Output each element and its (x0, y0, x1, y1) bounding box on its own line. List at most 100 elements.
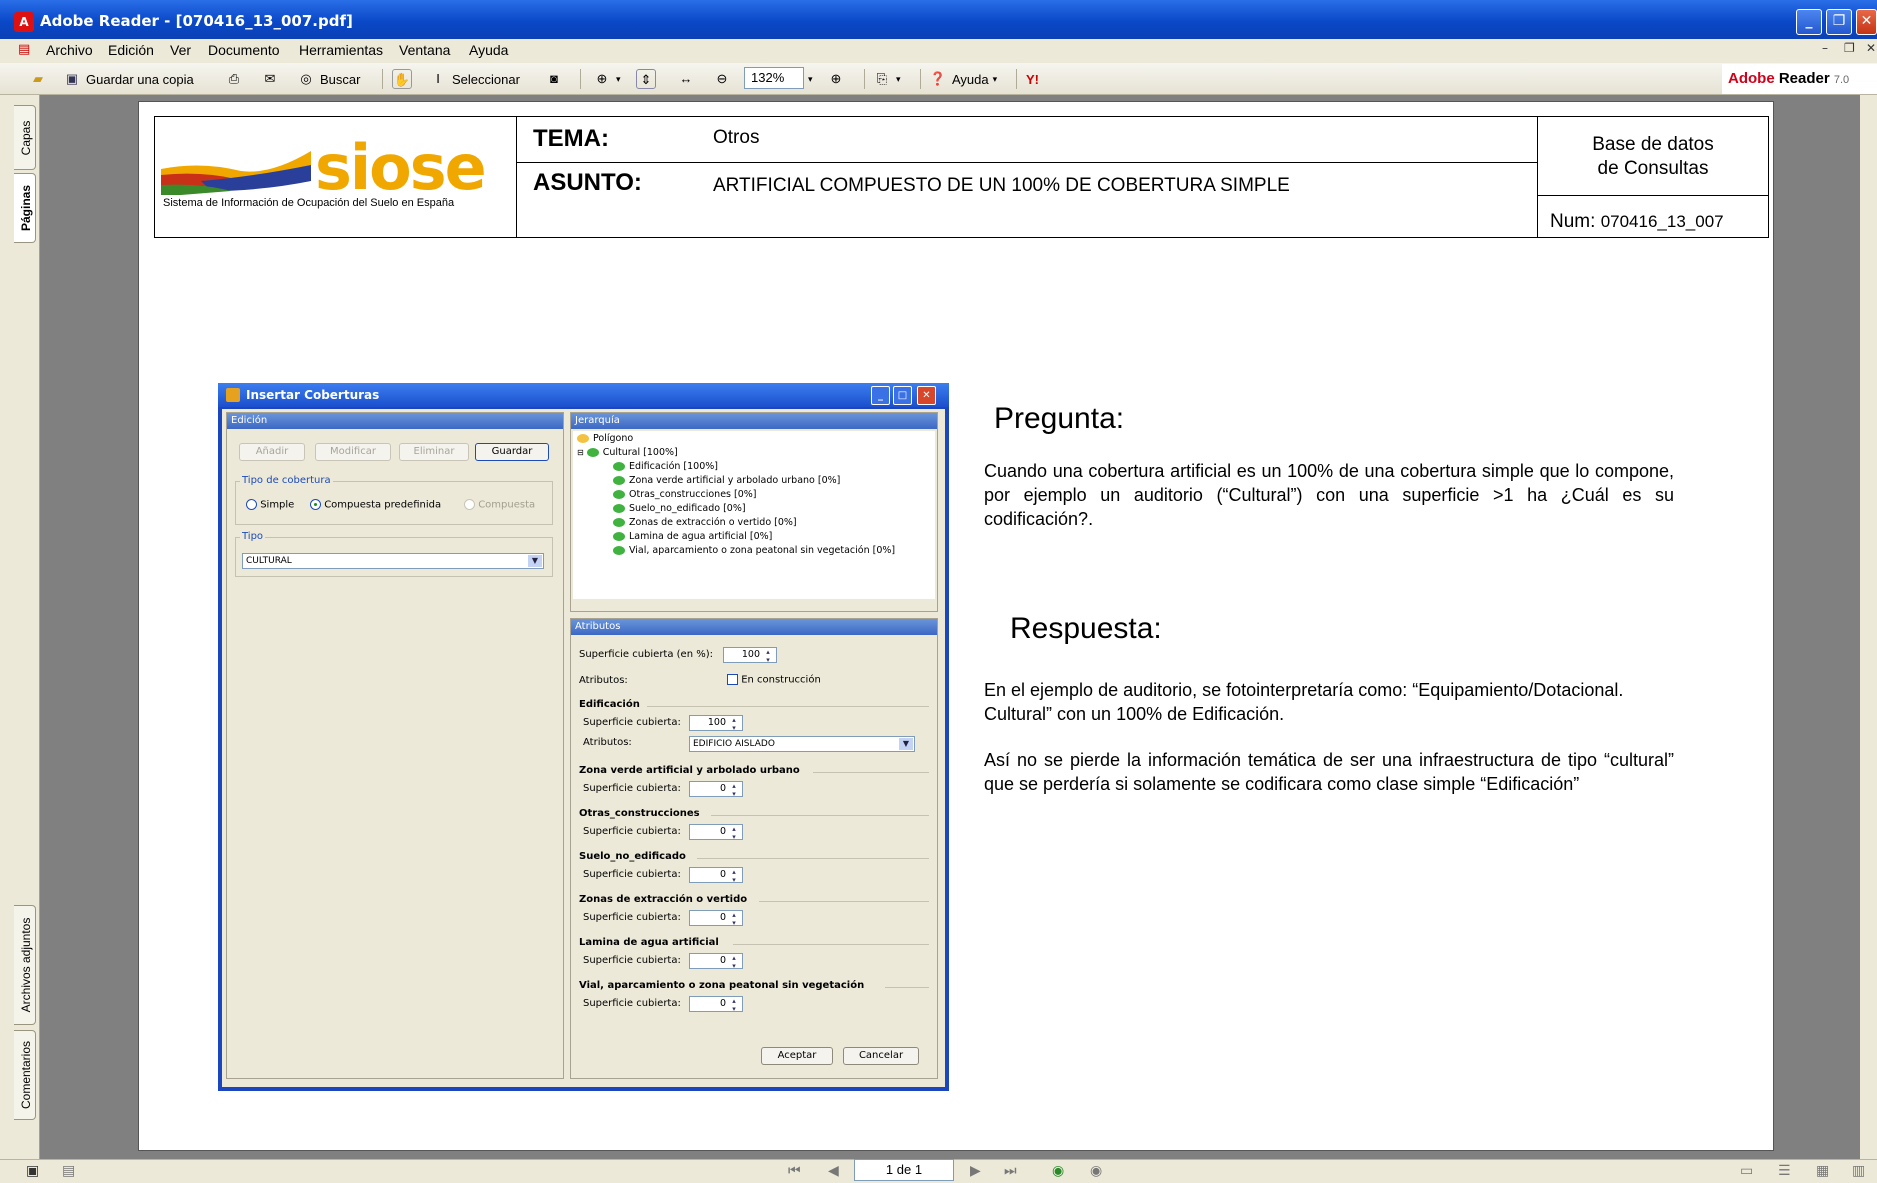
save-button: Guardar (475, 443, 549, 461)
tree-node-child: Vial, aparcamiento o zona peatonal sin v… (613, 545, 895, 556)
database-cell: Base de datos de Consultas Num: 070416_1… (1538, 117, 1768, 237)
num-label: Num: (1550, 211, 1596, 232)
number-field: Num: 070416_13_007 (1550, 211, 1724, 233)
coverage-icon (613, 490, 625, 499)
single-page-layout-icon[interactable]: ▭ (1740, 1163, 1753, 1179)
toolbar-separator (382, 69, 383, 89)
previous-page-icon[interactable]: ◀ (828, 1163, 839, 1179)
printer-icon: ⎙ (228, 71, 240, 86)
navigation-pane: Capas Páginas Archivos adjuntos Comentar… (0, 95, 40, 1160)
continuous-layout-icon[interactable]: ☰ (1778, 1163, 1791, 1179)
last-page-icon[interactable]: ⏭ (1004, 1163, 1017, 1179)
menu-ventana[interactable]: Ventana (399, 42, 450, 58)
minimize-button[interactable]: _ (1796, 9, 1822, 35)
brand-adobe: Adobe (1728, 70, 1775, 87)
section-zona-verde: Zona verde artificial y arbolado urbano (579, 765, 800, 776)
zoom-in-button[interactable]: ⊕ (826, 67, 846, 91)
tab-pages-label: Páginas (19, 184, 33, 232)
attributes-label: Atributos: (579, 675, 628, 686)
snapshot-button[interactable]: ◙ (544, 67, 564, 91)
zoom-dropdown-button[interactable]: ▾ (808, 67, 813, 91)
menu-ver[interactable]: Ver (170, 42, 191, 58)
hand-tool-button[interactable]: ✋ (392, 67, 412, 91)
doc-restore-icon[interactable]: ❐ (1844, 41, 1855, 55)
go-forward-icon[interactable]: ◉ (1090, 1163, 1102, 1179)
page-number-input[interactable]: 1 de 1 (854, 1159, 954, 1181)
yahoo-toolbar-button[interactable]: Y! (1026, 67, 1039, 91)
go-back-icon[interactable]: ◉ (1052, 1163, 1064, 1179)
chevron-down-icon: ▼ (899, 738, 913, 750)
toolbar: ▰ ▣ Guardar una copia ⎙ ✉ ◎ Buscar ✋ I Sele… (0, 63, 1877, 95)
fit-page-button[interactable]: ⇕ (636, 67, 656, 91)
window-titlebar: A Adobe Reader - [070416_13_007.pdf] _ ❐… (0, 0, 1877, 43)
section-otras-construcciones: Otras_construcciones (579, 808, 700, 819)
menu-documento[interactable]: Documento (208, 42, 280, 58)
hand-icon: ✋ (392, 69, 412, 89)
restore-button[interactable]: ❐ (1826, 9, 1852, 35)
sub-coverage-label: Superficie cubierta: (583, 826, 681, 837)
first-page-icon[interactable]: ⏮ (788, 1163, 801, 1179)
select-tool-button[interactable]: I Seleccionar (428, 67, 520, 91)
under-construction-label: En construcción (741, 674, 821, 686)
divider (759, 901, 929, 902)
tree-node-cultural: ⊟ Cultural [100%] (577, 447, 678, 458)
rotate-page-icon: ⎘ (876, 71, 888, 86)
zoom-out-button[interactable]: ⊖ (712, 67, 732, 91)
zoom-in-tool-button[interactable]: ⊕ ▾ (592, 67, 621, 91)
next-page-icon[interactable]: ▶ (970, 1163, 981, 1179)
adobe-reader-icon: A (14, 12, 34, 32)
tab-pages[interactable]: Páginas (14, 173, 36, 243)
divider (733, 944, 929, 945)
attributes-header: Atributos (571, 619, 937, 635)
sub-coverage-stepper: 0 (689, 910, 743, 927)
siose-logo-graphic (161, 151, 311, 195)
email-button[interactable]: ✉ (260, 67, 280, 91)
type-select-value: CULTURAL (246, 556, 292, 566)
pdf-document-icon: ▤ (18, 42, 31, 57)
tree-node-child: Otras_construcciones [0%] (613, 489, 757, 500)
menu-archivo[interactable]: Archivo (46, 42, 93, 58)
tab-attachments[interactable]: Archivos adjuntos (14, 905, 36, 1025)
sub-coverage-label: Superficie cubierta: (583, 869, 681, 880)
tree-node-child: Edificación [100%] (613, 461, 718, 472)
right-scrollbar[interactable] (1860, 95, 1877, 1160)
page-options-icon[interactable]: ▤ (62, 1163, 75, 1179)
logo-cell: siose Sistema de Información de Ocupació… (155, 117, 517, 237)
tree-node-child: Lamina de agua artificial [0%] (613, 531, 772, 542)
close-button[interactable]: ✕ (1856, 9, 1877, 35)
doc-minimize-icon[interactable]: – (1822, 41, 1828, 55)
toolbar-separator (920, 69, 921, 89)
tree-node-child-label: Zonas de extracción o vertido [0%] (629, 517, 797, 528)
divider (1538, 195, 1768, 196)
menu-edicion[interactable]: Edición (108, 42, 154, 58)
database-title-line2: de Consultas (1597, 158, 1709, 179)
type-group: Tipo CULTURAL ▼ (235, 531, 553, 577)
database-title: Base de datos de Consultas (1538, 133, 1768, 181)
divider (711, 815, 929, 816)
tree-node-child: Zona verde artificial y arbolado urbano … (613, 475, 840, 486)
add-button: Añadir (239, 443, 305, 461)
attributes-pane: Atributos Superficie cubierta (en %): 10… (570, 618, 938, 1079)
divider (517, 162, 1538, 163)
search-button[interactable]: ◎ Buscar (296, 67, 360, 91)
rotate-view-button[interactable]: ⎘ ▾ (872, 67, 901, 91)
sub-coverage-stepper: 0 (689, 781, 743, 798)
print-button[interactable]: ⎙ (224, 67, 244, 91)
section-vial: Vial, aparcamiento o zona peatonal sin v… (579, 980, 865, 991)
fit-width-button[interactable]: ↔ (676, 67, 696, 91)
menu-herramientas[interactable]: Herramientas (299, 42, 383, 58)
help-button[interactable]: ❓ Ayuda ▾ (928, 67, 997, 91)
zoom-in-icon: ⊕ (830, 71, 842, 86)
hierarchy-pane: Jerarquía Polígono ⊟ Cultural [100%] Edi… (570, 412, 938, 612)
tab-comments[interactable]: Comentarios (14, 1030, 36, 1120)
zoom-input[interactable]: 132% (744, 67, 804, 89)
dialog-body: Edición Añadir Modificar Eliminar Guarda… (222, 409, 945, 1087)
fit-page-icon: ⇕ (636, 69, 656, 89)
coverage-type-legend: Tipo de cobertura (240, 475, 333, 486)
facing-layout-icon[interactable]: ▦ (1816, 1163, 1829, 1179)
doc-close-icon[interactable]: ✕ (1866, 41, 1876, 55)
page-thumbnail-icon[interactable]: ▣ (26, 1163, 39, 1179)
continuous-facing-layout-icon[interactable]: ▥ (1852, 1163, 1865, 1179)
menu-ayuda[interactable]: Ayuda (469, 42, 508, 58)
save-copy-button[interactable]: ▣ Guardar una copia (62, 67, 194, 91)
